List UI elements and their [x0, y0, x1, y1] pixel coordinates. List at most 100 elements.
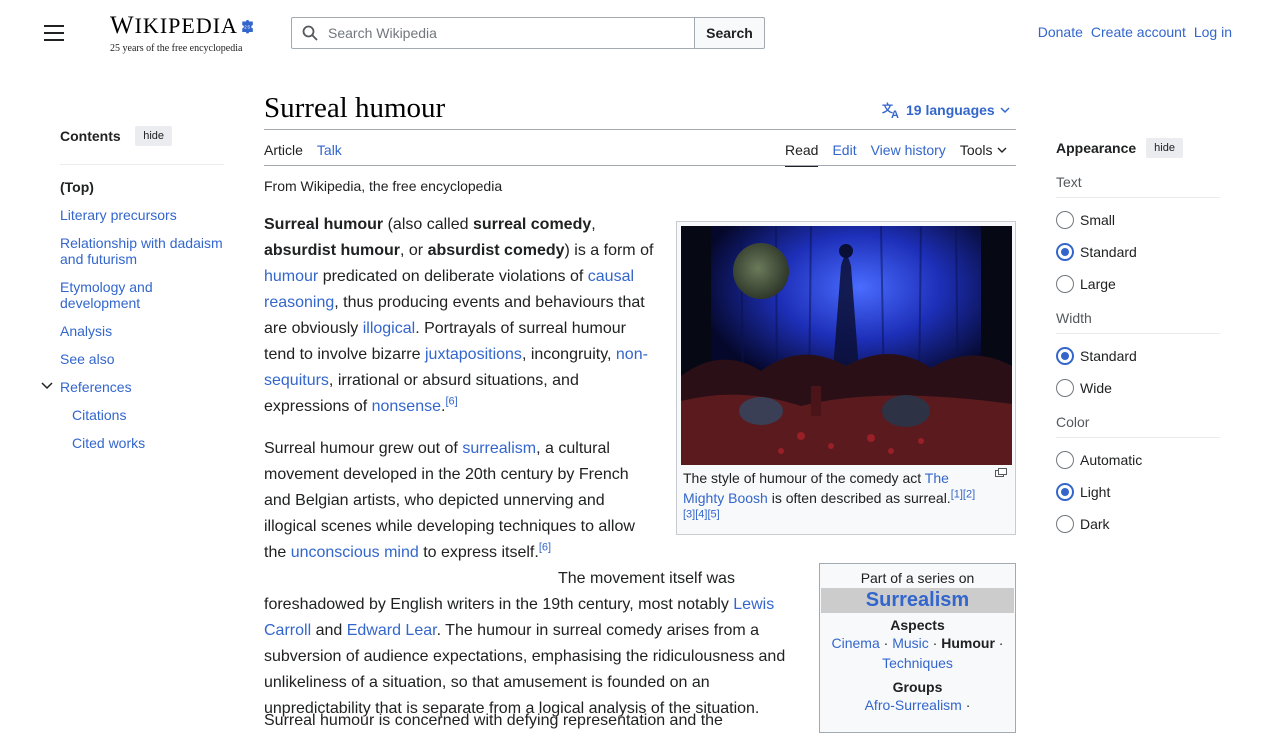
menu-icon-bar — [44, 32, 64, 34]
toc-item-see-also[interactable]: See also — [60, 351, 224, 367]
toc-item-cited-works[interactable]: Cited works — [72, 435, 224, 451]
tools-label: Tools — [959, 142, 993, 158]
link-humour[interactable]: humour — [264, 268, 318, 285]
text-option-large[interactable]: Large — [1056, 268, 1220, 300]
radio-icon — [1056, 211, 1074, 229]
main-menu-button[interactable] — [44, 25, 64, 41]
figure-thumbnail: The style of humour of the comedy act Th… — [676, 221, 1016, 535]
tab-edit[interactable]: Edit — [832, 142, 856, 158]
text: The movement itself was foreshadowed by … — [264, 570, 735, 613]
link-nonsense[interactable]: nonsense — [372, 398, 441, 415]
aspects-heading: Aspects — [890, 617, 945, 633]
bold-term: absurdist comedy — [427, 242, 565, 259]
menu-icon-bar — [44, 25, 64, 27]
width-label: Width — [1056, 310, 1220, 334]
text: , incongruity, — [521, 346, 616, 363]
text-option-small[interactable]: Small — [1056, 204, 1220, 236]
bold-term: Surreal humour — [264, 216, 384, 233]
language-button[interactable]: 文 A 19 languages — [882, 101, 1011, 119]
text: Surreal humour grew out of — [264, 440, 463, 457]
translate-icon: 文 A — [882, 101, 899, 119]
link-illogical[interactable]: illogical — [363, 320, 415, 337]
search-button[interactable]: Search — [694, 17, 765, 49]
logo-wordmark: W IKIPEDIA 25 — [110, 12, 255, 40]
option-label: Small — [1080, 212, 1116, 228]
citation-ref[interactable]: [6] — [539, 542, 551, 554]
user-links: Donate Create account Log in — [1038, 24, 1232, 40]
color-option-automatic[interactable]: Automatic — [1056, 444, 1220, 476]
tools-menu[interactable]: Tools — [960, 142, 1008, 158]
appearance-hide-button[interactable]: hide — [1146, 138, 1183, 158]
aspects-list: Cinema · Music · Humour · Techniques — [831, 635, 1004, 671]
text-size-label: Text — [1056, 174, 1220, 198]
tab-view-history[interactable]: View history — [871, 142, 946, 158]
search-box[interactable] — [291, 17, 695, 49]
chevron-down-icon[interactable] — [40, 379, 54, 393]
logo-initial: W — [110, 12, 135, 39]
toc-item-etymology[interactable]: Etymology and development — [60, 279, 224, 311]
chevron-down-icon — [1000, 107, 1010, 114]
tab-read[interactable]: Read — [785, 142, 819, 167]
text: (also called — [383, 216, 473, 233]
tab-article[interactable]: Article — [264, 142, 303, 158]
toc-hide-button[interactable]: hide — [135, 126, 172, 146]
appearance-heading: Appearance — [1056, 140, 1137, 156]
toc-item-references[interactable]: References — [60, 379, 132, 395]
table-of-contents: Contents hide (Top) Literary precursors … — [41, 126, 224, 463]
text: The style of humour of the comedy act — [683, 470, 925, 486]
title-divider — [264, 129, 1016, 130]
radio-icon — [1056, 451, 1074, 469]
toc-header: Contents hide — [60, 126, 224, 165]
color-option-light[interactable]: Light — [1056, 476, 1220, 508]
link-afro-surrealism[interactable]: Afro-Surrealism — [865, 697, 962, 713]
color-option-dark[interactable]: Dark — [1056, 508, 1220, 540]
text: is often described as surreal. — [767, 490, 951, 506]
search-input[interactable] — [326, 24, 666, 42]
link-surrealism[interactable]: surrealism — [462, 440, 536, 457]
link-techniques[interactable]: Techniques — [882, 655, 953, 671]
link-music[interactable]: Music — [892, 635, 929, 651]
radio-checked-icon — [1056, 243, 1074, 261]
toc-item-dadaism-futurism[interactable]: Relationship with dadaism and futurism — [60, 235, 224, 267]
color-label: Color — [1056, 414, 1220, 438]
figure-caption: The style of humour of the comedy act Th… — [683, 468, 983, 528]
toc-item-analysis[interactable]: Analysis — [60, 323, 224, 339]
log-in-link[interactable]: Log in — [1194, 24, 1232, 40]
text-option-standard[interactable]: Standard — [1056, 236, 1220, 268]
option-label: Standard — [1080, 348, 1137, 364]
radio-checked-icon — [1056, 483, 1074, 501]
intro-paragraph-2a: Surreal humour grew out of surrealism, a… — [264, 436, 644, 566]
option-label: Large — [1080, 276, 1116, 292]
series-title-link[interactable]: Surrealism — [821, 588, 1014, 613]
menu-icon-bar — [44, 39, 64, 41]
text: , or — [400, 242, 428, 259]
link-juxtapositions[interactable]: juxtapositions — [425, 346, 522, 363]
toc-item-citations[interactable]: Citations — [72, 407, 224, 423]
appearance-panel: Appearance hide Text Small Standard Larg… — [1056, 136, 1220, 540]
intro-paragraph-2b: The movement itself was foreshadowed by … — [264, 566, 809, 722]
tab-talk[interactable]: Talk — [317, 142, 342, 158]
mighty-boosh-photo[interactable] — [681, 226, 1012, 465]
create-account-link[interactable]: Create account — [1091, 24, 1186, 40]
citation-ref[interactable]: [6] — [445, 396, 457, 408]
link-edward-lear[interactable]: Edward Lear — [347, 622, 437, 639]
width-option-standard[interactable]: Standard — [1056, 340, 1220, 372]
intro-paragraph-1: Surreal humour (also called surreal come… — [264, 212, 659, 420]
option-label: Dark — [1080, 516, 1110, 532]
text: , a cultural movement developed in the 2… — [264, 440, 635, 561]
option-label: Light — [1080, 484, 1111, 500]
toc-item-literary-precursors[interactable]: Literary precursors — [60, 207, 224, 223]
tabs-divider — [264, 165, 1016, 166]
radio-icon — [1056, 379, 1074, 397]
toc-item-top[interactable]: (Top) — [60, 179, 224, 195]
text: and — [311, 622, 347, 639]
link-cinema[interactable]: Cinema — [832, 635, 880, 651]
width-options: Standard Wide — [1056, 340, 1220, 404]
donate-link[interactable]: Donate — [1038, 24, 1083, 40]
width-option-wide[interactable]: Wide — [1056, 372, 1220, 404]
link-unconscious-mind[interactable]: unconscious mind — [291, 544, 419, 561]
magnify-icon[interactable] — [995, 468, 1007, 478]
wikipedia-logo[interactable]: W IKIPEDIA 25 25 years of the free encycl… — [110, 12, 255, 54]
option-label: Automatic — [1080, 452, 1143, 468]
toc-list: (Top) Literary precursors Relationship w… — [41, 179, 224, 451]
